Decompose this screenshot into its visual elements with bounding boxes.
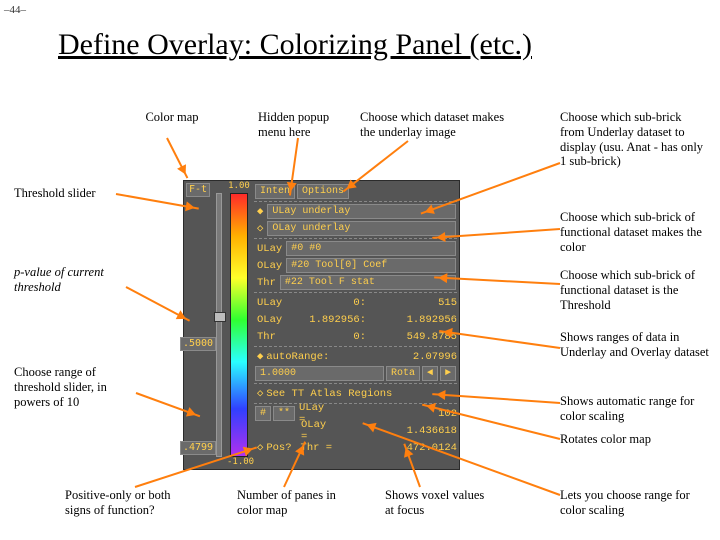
rota-right[interactable]: ► (440, 366, 456, 381)
ann-color-map: Color map (137, 110, 207, 125)
ulay-label: ULay (254, 243, 285, 255)
olay-label: OLay (254, 260, 285, 272)
range-ulay-a: 0: (288, 297, 366, 309)
see-atlas-toggle[interactable]: See TT Atlas Regions (266, 388, 457, 400)
ann-hidden-popup: Hidden popup menu here (258, 110, 348, 140)
threshold-column (212, 181, 226, 469)
ann-choose-range: Choose range of threshold slider, in pow… (14, 365, 144, 409)
range-thr-lbl: Thr (254, 331, 288, 343)
thr-subbrick-select[interactable]: #22 Tool F stat (280, 275, 456, 290)
range-ulay-b: 515 (366, 297, 457, 309)
colorbar-column: 1.00 -1.00 (227, 181, 251, 469)
range-ulay-lbl: ULay (254, 297, 288, 309)
ann-choose-sub-thresh: Choose which sub-brick of functional dat… (560, 268, 710, 312)
autorange-value: 2.07996 (329, 351, 457, 363)
olay-underlay-button[interactable]: OLay underlay (267, 221, 456, 236)
page-number: –44– (4, 4, 26, 16)
num-panes-button[interactable]: # (255, 406, 271, 421)
pval-display: .5000 (180, 337, 216, 351)
colorbar-top-label: 1.00 (227, 181, 251, 193)
bottom-num: .4799 (180, 441, 216, 455)
ann-shows-ranges: Shows ranges of data in Underlay and Ove… (560, 330, 710, 360)
ulay-subbrick-select[interactable]: #0 #0 (286, 241, 456, 256)
range-thr-a: 0: (288, 331, 366, 343)
ann-voxel-focus: Shows voxel values at focus (385, 488, 495, 518)
range-olay-b: 1.892956 (366, 314, 457, 326)
ann-lets-range: Lets you choose range for color scaling (560, 488, 710, 518)
ann-threshold-slider: Threshold slider (14, 186, 124, 201)
range-olay-lbl: OLay (254, 314, 288, 326)
pos-toggle[interactable]: Pos? (266, 442, 291, 454)
autorange-checkbox[interactable]: autoRange: (266, 351, 329, 363)
ann-pvalue: p-value of current threshold (14, 265, 134, 295)
rota-left[interactable]: ◄ (422, 366, 438, 381)
olay-subbrick-select[interactable]: #20 Tool[0] Coef (286, 258, 456, 273)
color-map-bar[interactable] (230, 193, 248, 457)
arrow (166, 138, 188, 179)
overlay-panel: F-t .5000 .4799 1.00 -1.00 Inten Options… (183, 180, 460, 470)
ann-choose-sub-color: Choose which sub-brick of functional dat… (560, 210, 710, 254)
range-input[interactable]: 1.0000 (255, 366, 384, 381)
ann-pos-only: Positive-only or both signs of function? (65, 488, 185, 518)
ann-shows-auto: Shows automatic range for color scaling (560, 394, 710, 424)
ann-choose-dataset: Choose which dataset makes the underlay … (360, 110, 520, 140)
page-title: Define Overlay: Colorizing Panel (etc.) (58, 28, 532, 62)
thr-label: Thr (254, 277, 279, 289)
footer-olay-lbl: OLay = (298, 419, 340, 443)
colorbar-bottom-label: -1.00 (227, 457, 251, 469)
arrow (126, 286, 191, 322)
ann-choose-sub-underlay: Choose which sub-brick from Underlay dat… (560, 110, 708, 169)
range-olay-a: 1.892956: (288, 314, 366, 326)
ann-num-panes: Number of panes in color map (237, 488, 357, 518)
panel-rows: Inten Options ◆ ULay underlay ◇ OLay und… (254, 183, 457, 456)
threshold-knob[interactable] (214, 312, 226, 322)
threshold-slider-rail[interactable] (216, 193, 222, 457)
rota-button[interactable]: Rota (386, 366, 420, 381)
panes-stars[interactable]: ** (273, 406, 295, 421)
ft-chip[interactable]: F-t (186, 183, 210, 197)
ann-rotates: Rotates color map (560, 432, 710, 447)
